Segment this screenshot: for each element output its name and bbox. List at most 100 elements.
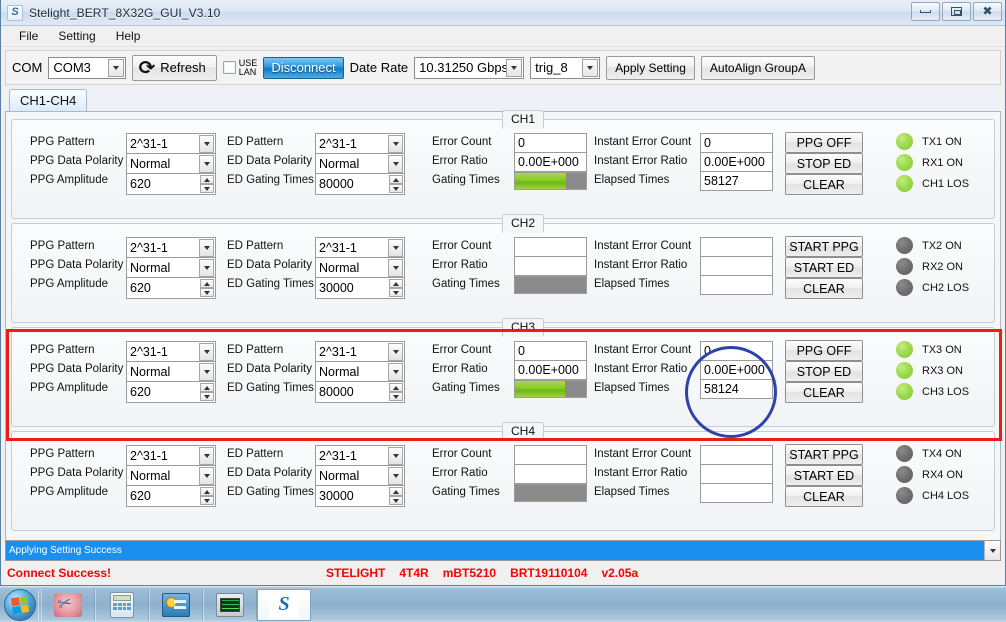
chevron-down-icon[interactable]: [199, 447, 214, 465]
ppg-pattern-select[interactable]: 2^31-1: [126, 445, 216, 467]
stepper-up-icon[interactable]: [200, 487, 214, 496]
stepper-down-icon[interactable]: [389, 184, 403, 193]
chevron-down-icon[interactable]: [199, 239, 214, 257]
chevron-down-icon[interactable]: [506, 58, 523, 77]
status-log-selected-item[interactable]: Applying Setting Success: [6, 541, 984, 560]
menu-setting[interactable]: Setting: [48, 27, 105, 45]
stepper-down-icon[interactable]: [200, 184, 214, 193]
menu-file[interactable]: File: [9, 27, 48, 45]
clear-button[interactable]: CLEAR: [785, 486, 863, 507]
use-lan-checkbox[interactable]: [222, 61, 236, 74]
taskbar-control-panel[interactable]: [149, 588, 203, 621]
stepper-down-icon[interactable]: [389, 392, 403, 401]
channel-group-ch3: CH3 PPG Pattern PPG Data Polarity PPG Am…: [11, 318, 995, 427]
chevron-down-icon[interactable]: [388, 343, 403, 361]
ed-gating-times-stepper[interactable]: 30000: [315, 485, 405, 507]
stepper-up-icon[interactable]: [200, 279, 214, 288]
ppg-toggle-button[interactable]: START PPG: [785, 444, 863, 465]
ed-toggle-button[interactable]: STOP ED: [785, 361, 863, 382]
clear-button[interactable]: CLEAR: [785, 278, 863, 299]
maximize-button[interactable]: [942, 2, 971, 21]
ppg-toggle-button[interactable]: PPG OFF: [785, 132, 863, 153]
date-rate-select[interactable]: 10.31250 Gbps: [414, 56, 525, 79]
ed-gating-times-stepper[interactable]: 30000: [315, 277, 405, 299]
taskbar-calculator[interactable]: [95, 588, 149, 621]
chevron-down-icon[interactable]: [582, 58, 599, 77]
ed-data-polarity-select[interactable]: Normal: [315, 257, 405, 279]
stepper-down-icon[interactable]: [389, 288, 403, 297]
chevron-down-icon[interactable]: [108, 58, 125, 77]
chevron-down-icon[interactable]: [388, 239, 403, 257]
ppg-pattern-select[interactable]: 2^31-1: [126, 133, 216, 155]
scrollbar-down-button[interactable]: [984, 541, 1000, 560]
ed-data-polarity-select[interactable]: Normal: [315, 465, 405, 487]
ppg-pattern-select[interactable]: 2^31-1: [126, 341, 216, 363]
ppg-pattern-select[interactable]: 2^31-1: [126, 237, 216, 259]
chevron-down-icon[interactable]: [199, 155, 214, 173]
windows-start-orb[interactable]: [4, 588, 36, 621]
chevron-down-icon[interactable]: [388, 467, 403, 485]
device-config: 4T4R: [399, 566, 429, 580]
ed-gating-times-stepper[interactable]: 80000: [315, 381, 405, 403]
stepper-up-icon[interactable]: [389, 487, 403, 496]
ed-pattern-select[interactable]: 2^31-1: [315, 133, 405, 155]
menu-help[interactable]: Help: [106, 27, 151, 45]
taskbar-snipping-tool[interactable]: [41, 588, 95, 621]
chevron-down-icon[interactable]: [199, 343, 214, 361]
ppg-amplitude-stepper[interactable]: 620: [126, 277, 216, 299]
stepper-down-icon[interactable]: [389, 496, 403, 505]
taskbar-stelight-app[interactable]: S: [257, 588, 311, 621]
status-log-list[interactable]: Applying Setting Success: [5, 540, 1001, 561]
chevron-down-icon[interactable]: [388, 447, 403, 465]
stepper-down-icon[interactable]: [200, 496, 214, 505]
ed-toggle-button[interactable]: STOP ED: [785, 153, 863, 174]
ppg-amplitude-stepper[interactable]: 620: [126, 485, 216, 507]
tab-ch1-ch4[interactable]: CH1-CH4: [9, 89, 88, 111]
chevron-down-icon[interactable]: [388, 259, 403, 277]
ppg-amplitude-stepper[interactable]: 620: [126, 381, 216, 403]
taskbar-monitor-app[interactable]: [203, 588, 257, 621]
ppg-amplitude-stepper[interactable]: 620: [126, 173, 216, 195]
ppg-toggle-button[interactable]: PPG OFF: [785, 340, 863, 361]
stepper-up-icon[interactable]: [200, 383, 214, 392]
use-lan-checkbox-group[interactable]: USE LAN: [222, 58, 257, 77]
ed-toggle-button[interactable]: START ED: [785, 465, 863, 486]
stepper-up-icon[interactable]: [389, 383, 403, 392]
stepper-down-icon[interactable]: [200, 392, 214, 401]
ed-pattern-select[interactable]: 2^31-1: [315, 445, 405, 467]
apply-setting-button[interactable]: Apply Setting: [606, 55, 695, 80]
chevron-down-icon[interactable]: [199, 259, 214, 277]
ed-gating-times-stepper[interactable]: 80000: [315, 173, 405, 195]
ed-pattern-select[interactable]: 2^31-1: [315, 341, 405, 363]
stepper-up-icon[interactable]: [389, 175, 403, 184]
los-status-led: [896, 487, 913, 504]
close-button[interactable]: ✖: [973, 2, 1002, 21]
ed-data-polarity-select[interactable]: Normal: [315, 153, 405, 175]
stepper-up-icon[interactable]: [389, 279, 403, 288]
chevron-down-icon[interactable]: [199, 363, 214, 381]
chevron-down-icon[interactable]: [388, 363, 403, 381]
minimize-button[interactable]: [911, 2, 940, 21]
ppg-data-polarity-select[interactable]: Normal: [126, 257, 216, 279]
ed-data-polarity-select[interactable]: Normal: [315, 361, 405, 383]
stepper-down-icon[interactable]: [200, 288, 214, 297]
ppg-toggle-button[interactable]: START PPG: [785, 236, 863, 257]
chevron-down-icon[interactable]: [199, 467, 214, 485]
chevron-down-icon[interactable]: [199, 135, 214, 153]
chevron-down-icon[interactable]: [388, 155, 403, 173]
refresh-button[interactable]: ⟳ Refresh: [132, 54, 217, 81]
ed-toggle-button[interactable]: START ED: [785, 257, 863, 278]
clear-button[interactable]: CLEAR: [785, 382, 863, 403]
autoalign-groupa-button[interactable]: AutoAlign GroupA: [700, 55, 815, 80]
stepper-up-icon[interactable]: [200, 175, 214, 184]
ppg-data-polarity-select[interactable]: Normal: [126, 361, 216, 383]
disconnect-button[interactable]: Disconnect: [263, 56, 344, 79]
ppg-data-polarity-select[interactable]: Normal: [126, 153, 216, 175]
ppg-data-polarity-select[interactable]: Normal: [126, 465, 216, 487]
trigger-select[interactable]: trig_8: [530, 56, 601, 79]
ed-pattern-select[interactable]: 2^31-1: [315, 237, 405, 259]
clear-button[interactable]: CLEAR: [785, 174, 863, 195]
com-port-select[interactable]: COM3: [48, 56, 127, 79]
gating-times-progress: [514, 380, 587, 398]
chevron-down-icon[interactable]: [388, 135, 403, 153]
